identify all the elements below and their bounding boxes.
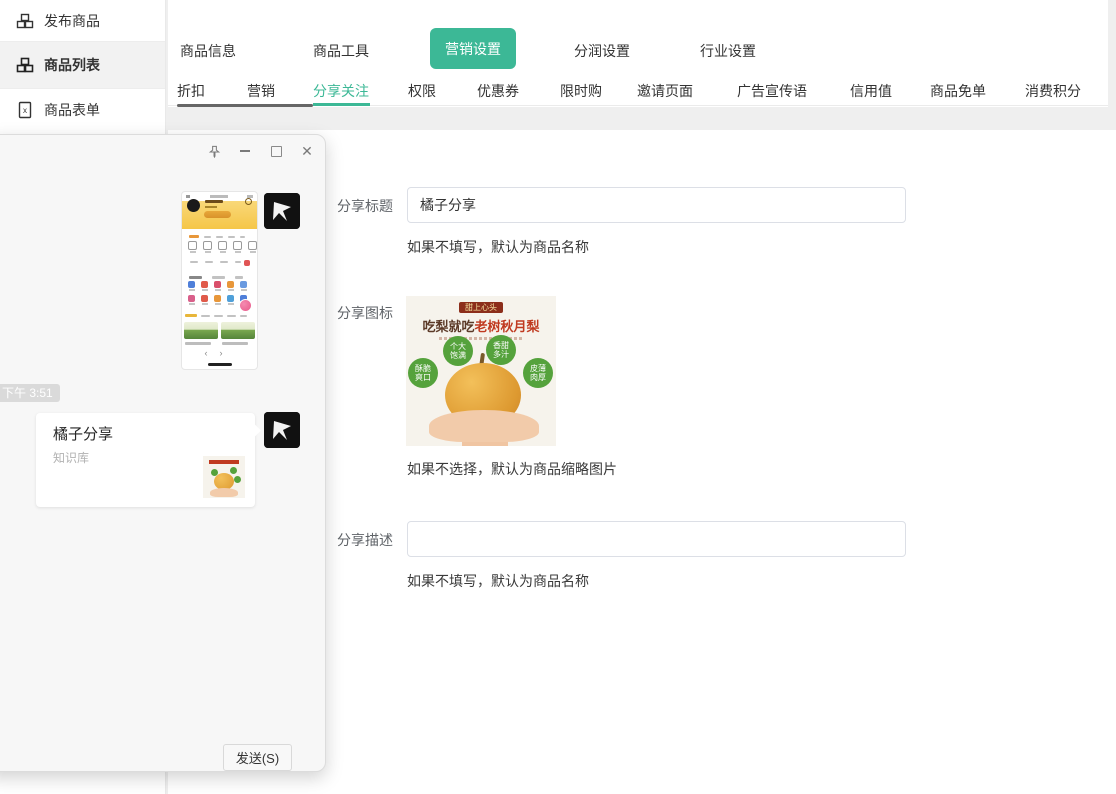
phone-section-tabs: [185, 314, 247, 317]
subtab-share-follow-active[interactable]: 分享关注: [313, 81, 369, 101]
share-desc-input[interactable]: [407, 521, 906, 557]
thumb-hand: [210, 488, 238, 497]
phone-card-stats: [185, 258, 254, 270]
bubble-tail: [248, 424, 261, 437]
active-subtab-underline: [313, 103, 370, 106]
feature-line: 肉厚: [530, 373, 546, 382]
subtab-ad-slogan[interactable]: 广告宣传语: [737, 81, 807, 101]
sidebar-item-label: 发布商品: [44, 11, 100, 31]
subtab-invite-page[interactable]: 邀请页面: [637, 81, 693, 101]
feature-line: 皮薄: [530, 364, 546, 373]
share-icon-hint: 如果不选择，默认为商品缩略图片: [407, 459, 617, 479]
subtab-flash-sale[interactable]: 限时购: [560, 81, 602, 101]
share-icon-label: 分享图标: [337, 303, 399, 323]
sidebar-item-publish-product[interactable]: 发布商品: [0, 0, 165, 42]
feature-badge: 个大 饱满: [443, 336, 473, 366]
phone-home-indicator: [208, 363, 232, 366]
feature-line: 香甜: [493, 341, 509, 350]
window-controls: ✕: [206, 143, 315, 159]
feature-badge: 酥脆 爽口: [408, 358, 438, 388]
avatar-logo-icon: [264, 412, 300, 448]
phone-float-icon: [239, 299, 252, 312]
sidebar-item-product-list[interactable]: 商品列表: [0, 42, 165, 89]
subtab-permissions[interactable]: 权限: [408, 81, 436, 101]
subtab-marketing[interactable]: 营销: [247, 81, 275, 101]
phone-nav-arrows: ‹›: [182, 348, 257, 358]
thumb-title-bar: [209, 460, 239, 464]
share-desc-hint: 如果不填写，默认为商品名称: [407, 571, 589, 591]
phone-product-caption: [185, 342, 211, 345]
chat-timestamp: 下午 3:51: [0, 384, 60, 402]
thumb-feature-dot: [234, 476, 241, 483]
phone-screenshot-message[interactable]: ‹›: [181, 191, 258, 370]
phone-card-services: [185, 273, 254, 311]
phone-gear-icon: [245, 198, 252, 205]
phone-product-image: [184, 322, 218, 339]
subtab-consume-points[interactable]: 消费积分: [1025, 81, 1081, 101]
spreadsheet-icon: x: [16, 101, 34, 119]
phone-card-quick-icons: [185, 232, 254, 255]
share-title-input[interactable]: [407, 187, 906, 223]
subtab-free-order[interactable]: 商品免单: [930, 81, 986, 101]
maximize-icon[interactable]: [268, 143, 284, 159]
minimize-icon[interactable]: [237, 143, 253, 159]
share-title-label: 分享标题: [337, 196, 399, 216]
share-card-subtitle: 知识库: [53, 449, 89, 466]
tab-product-info[interactable]: 商品信息: [180, 41, 236, 61]
feature-badge: 香甜 多汁: [486, 335, 516, 365]
subtab-coupon[interactable]: 优惠券: [477, 81, 519, 101]
close-icon[interactable]: ✕: [299, 143, 315, 159]
feature-line: 酥脆: [415, 364, 431, 373]
feature-line: 多汁: [493, 350, 509, 359]
sidebar-item-label: 商品表单: [44, 100, 100, 120]
sidebar-item-product-form[interactable]: x 商品表单: [0, 89, 165, 131]
send-button[interactable]: 发送(S): [223, 744, 292, 771]
thumb-feature-dot: [230, 467, 237, 474]
phone-user-name: [205, 200, 223, 203]
screen: 发布商品 商品列表 x 商品表单 商品信息 商品工具 营销设置 分润设置 行业设…: [0, 0, 1116, 794]
hand-image: [429, 410, 539, 442]
sender-avatar[interactable]: [264, 412, 300, 448]
product-image-title: 吃梨就吃老树秋月梨: [406, 316, 556, 335]
feature-badge: 皮薄 肉厚: [523, 358, 553, 388]
sender-avatar[interactable]: [264, 193, 300, 229]
tab-profit-settings[interactable]: 分润设置: [574, 41, 630, 61]
product-image-title-prefix: 吃梨就吃: [422, 319, 474, 334]
pin-icon[interactable]: [206, 143, 222, 159]
wechat-share-window: ✕: [0, 134, 326, 772]
product-image-title-main: 老树秋月梨: [475, 319, 540, 334]
phone-status-bar: [186, 195, 190, 198]
share-card-thumbnail: [203, 456, 245, 498]
phone-member-pill: [204, 211, 231, 218]
phone-user-subtitle: [205, 206, 217, 208]
feature-line: 个大: [450, 342, 466, 351]
phone-product-caption: [222, 342, 248, 345]
phone-user-avatar: [187, 199, 200, 212]
cubes-icon: [16, 56, 34, 74]
product-image-badge: 甜上心头: [459, 302, 503, 313]
share-link-card-message[interactable]: 橘子分享 知识库: [36, 413, 255, 507]
subtab-discount[interactable]: 折扣: [177, 81, 205, 101]
share-card-title: 橘子分享: [53, 423, 113, 444]
share-icon-image[interactable]: 甜上心头 吃梨就吃老树秋月梨 个大 饱满 香甜 多汁 酥脆 爽口 皮薄 肉厚: [406, 296, 556, 446]
share-title-hint: 如果不填写，默认为商品名称: [407, 237, 589, 257]
feature-line: 爽口: [415, 373, 431, 382]
tab-product-tools[interactable]: 商品工具: [313, 41, 369, 61]
subtab-credit-value[interactable]: 信用值: [850, 81, 892, 101]
tab-marketing-settings-active[interactable]: 营销设置: [430, 28, 516, 69]
tab-industry-settings[interactable]: 行业设置: [700, 41, 756, 61]
phone-product-image: [221, 322, 255, 339]
feature-line: 饱满: [450, 351, 466, 360]
cubes-icon: [16, 12, 34, 30]
subtab-scrollbar-thumb[interactable]: [177, 104, 313, 107]
share-desc-label: 分享描述: [337, 530, 399, 550]
svg-text:x: x: [23, 106, 27, 115]
phone-status-title: [210, 195, 228, 198]
sidebar-item-label: 商品列表: [44, 55, 100, 75]
avatar-logo-icon: [264, 193, 300, 229]
